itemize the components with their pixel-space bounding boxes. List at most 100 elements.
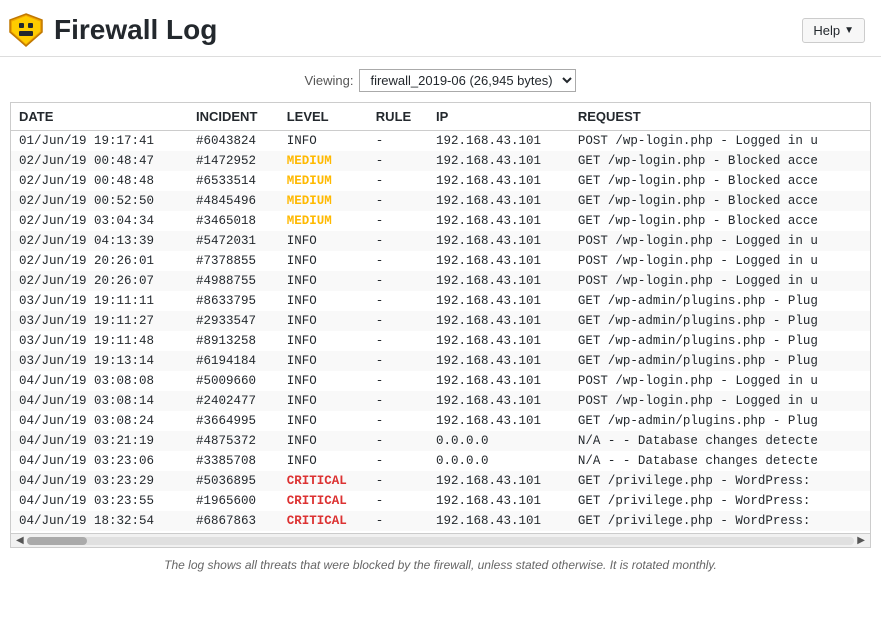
cell-level: CRITICAL bbox=[279, 511, 368, 531]
cell-request: N/A - - Database changes detecte bbox=[570, 451, 870, 471]
table-row: 02/Jun/19 20:26:07 #4988755 INFO - 192.1… bbox=[11, 271, 870, 291]
cell-level: MEDIUM bbox=[279, 151, 368, 171]
table-row: 04/Jun/19 03:21:19 #4875372 INFO - 0.0.0… bbox=[11, 431, 870, 451]
cell-rule: - bbox=[368, 511, 428, 531]
cell-request: GET /wp-login.php - Blocked acce bbox=[570, 191, 870, 211]
cell-level: INFO bbox=[279, 371, 368, 391]
cell-rule: - bbox=[368, 531, 428, 533]
cell-incident: #1472952 bbox=[188, 151, 279, 171]
table-row: 04/Jun/19 03:23:29 #5036895 CRITICAL - 1… bbox=[11, 471, 870, 491]
cell-rule: - bbox=[368, 291, 428, 311]
cell-ip: 192.168.43.101 bbox=[428, 331, 570, 351]
scroll-left-arrow[interactable]: ◀ bbox=[13, 535, 27, 546]
cell-date: 02/Jun/19 03:04:34 bbox=[11, 211, 188, 231]
page-wrapper: Firewall Log Help ▼ Viewing: firewall_20… bbox=[0, 0, 881, 643]
table-row: 03/Jun/19 19:11:27 #2933547 INFO - 192.1… bbox=[11, 311, 870, 331]
table-row: 01/Jun/19 19:17:41 #6043824 INFO - 192.1… bbox=[11, 131, 870, 152]
cell-date: 04/Jun/19 03:08:14 bbox=[11, 391, 188, 411]
cell-request: GET /privilege.php - WordPress: bbox=[570, 491, 870, 511]
table-row: 02/Jun/19 04:13:39 #5472031 INFO - 192.1… bbox=[11, 231, 870, 251]
cell-incident: #3669069 bbox=[188, 531, 279, 533]
cell-incident: #8633795 bbox=[188, 291, 279, 311]
bottom-scrollbar[interactable]: ◀ ▶ bbox=[10, 534, 871, 548]
cell-date: 03/Jun/19 19:11:27 bbox=[11, 311, 188, 331]
cell-incident: #3664995 bbox=[188, 411, 279, 431]
cell-date: 03/Jun/19 19:11:48 bbox=[11, 331, 188, 351]
cell-ip: 192.168.43.101 bbox=[428, 171, 570, 191]
col-date: DATE bbox=[11, 103, 188, 131]
cell-request: POST /wp-login.php - Logged in u bbox=[570, 371, 870, 391]
cell-level: INFO bbox=[279, 351, 368, 371]
cell-request: POST /wp-login.php - Logged in u bbox=[570, 131, 870, 152]
cell-ip: 192.168.43.101 bbox=[428, 411, 570, 431]
shield-icon bbox=[8, 12, 44, 48]
viewing-label: Viewing: bbox=[305, 73, 354, 88]
cell-rule: - bbox=[368, 231, 428, 251]
cell-incident: #7378855 bbox=[188, 251, 279, 271]
cell-incident: #4875372 bbox=[188, 431, 279, 451]
cell-rule: - bbox=[368, 171, 428, 191]
cell-level: INFO bbox=[279, 451, 368, 471]
cell-date: 04/Jun/19 03:08:24 bbox=[11, 411, 188, 431]
table-row: 04/Jun/19 18:32:54 #6867863 CRITICAL - 1… bbox=[11, 511, 870, 531]
table-scroll[interactable]: DATE INCIDENT LEVEL RULE IP REQUEST 01/J… bbox=[11, 103, 870, 533]
cell-level: CRITICAL bbox=[279, 471, 368, 491]
table-row: 02/Jun/19 20:26:01 #7378855 INFO - 192.1… bbox=[11, 251, 870, 271]
help-label: Help bbox=[813, 23, 840, 38]
cell-date: 04/Jun/19 18:32:54 bbox=[11, 511, 188, 531]
cell-ip: 192.168.43.101 bbox=[428, 131, 570, 152]
table-row: 04/Jun/19 03:08:24 #3664995 INFO - 192.1… bbox=[11, 411, 870, 431]
cell-request: POST /wp-login.php - Logged in u bbox=[570, 251, 870, 271]
cell-rule: - bbox=[368, 271, 428, 291]
cell-request: POST /wp-login.php - Logged in u bbox=[570, 231, 870, 251]
cell-level: INFO bbox=[279, 131, 368, 152]
cell-incident: #8913258 bbox=[188, 331, 279, 351]
table-header: DATE INCIDENT LEVEL RULE IP REQUEST bbox=[11, 103, 870, 131]
table-row: 02/Jun/19 00:52:50 #4845496 MEDIUM - 192… bbox=[11, 191, 870, 211]
cell-incident: #6867863 bbox=[188, 511, 279, 531]
cell-ip: 192.168.43.101 bbox=[428, 371, 570, 391]
viewing-bar: Viewing: firewall_2019-06 (26,945 bytes) bbox=[0, 57, 881, 102]
cell-level: INFO bbox=[279, 331, 368, 351]
table-row: 04/Jun/19 03:23:06 #3385708 INFO - 0.0.0… bbox=[11, 451, 870, 471]
viewing-select[interactable]: firewall_2019-06 (26,945 bytes) bbox=[359, 69, 576, 92]
cell-date: 02/Jun/19 20:26:01 bbox=[11, 251, 188, 271]
cell-request: GET /wp-admin/plugins.php - Plug bbox=[570, 331, 870, 351]
cell-ip: 192.168.43.101 bbox=[428, 151, 570, 171]
cell-ip: 0.0.0.0 bbox=[428, 431, 570, 451]
cell-level: INFO bbox=[279, 291, 368, 311]
cell-ip: 192.168.43.101 bbox=[428, 351, 570, 371]
cell-date: 04/Jun/19 03:23:29 bbox=[11, 471, 188, 491]
cell-incident: #6043824 bbox=[188, 131, 279, 152]
title-area: Firewall Log bbox=[8, 12, 217, 48]
cell-date: 03/Jun/19 19:13:14 bbox=[11, 351, 188, 371]
help-button[interactable]: Help ▼ bbox=[802, 18, 865, 43]
table-row: 04/Jun/19 03:23:55 #1965600 CRITICAL - 1… bbox=[11, 491, 870, 511]
cell-rule: - bbox=[368, 491, 428, 511]
cell-date: 03/Jun/19 19:11:11 bbox=[11, 291, 188, 311]
cell-date: 04/Jun/19 18:33:29 bbox=[11, 531, 188, 533]
cell-date: 04/Jun/19 03:08:08 bbox=[11, 371, 188, 391]
cell-request: POST /wp-login.php - Logged in u bbox=[570, 391, 870, 411]
scroll-thumb[interactable] bbox=[27, 537, 87, 545]
cell-level: CRITICAL bbox=[279, 491, 368, 511]
cell-request: N/A - - Database changes detecte bbox=[570, 431, 870, 451]
cell-level: MEDIUM bbox=[279, 211, 368, 231]
cell-incident: #4845496 bbox=[188, 191, 279, 211]
scroll-track bbox=[27, 537, 855, 545]
cell-rule: - bbox=[368, 131, 428, 152]
scroll-right-arrow[interactable]: ▶ bbox=[854, 535, 868, 546]
cell-ip: 192.168.43.101 bbox=[428, 251, 570, 271]
cell-request: GET /wp-admin/plugins.php - Plug bbox=[570, 311, 870, 331]
table-row: 04/Jun/19 18:33:29 #3669069 CRITICAL - 1… bbox=[11, 531, 870, 533]
cell-date: 02/Jun/19 00:48:47 bbox=[11, 151, 188, 171]
cell-level: INFO bbox=[279, 411, 368, 431]
cell-date: 02/Jun/19 04:13:39 bbox=[11, 231, 188, 251]
cell-date: 02/Jun/19 20:26:07 bbox=[11, 271, 188, 291]
cell-request: GET /wp-login.php - Blocked acce bbox=[570, 151, 870, 171]
cell-ip: 192.168.43.101 bbox=[428, 231, 570, 251]
cell-incident: #6194184 bbox=[188, 351, 279, 371]
header-bar: Firewall Log Help ▼ bbox=[0, 0, 881, 57]
cell-request: GET /wp-admin/plugins.php - Plug bbox=[570, 291, 870, 311]
cell-rule: - bbox=[368, 391, 428, 411]
